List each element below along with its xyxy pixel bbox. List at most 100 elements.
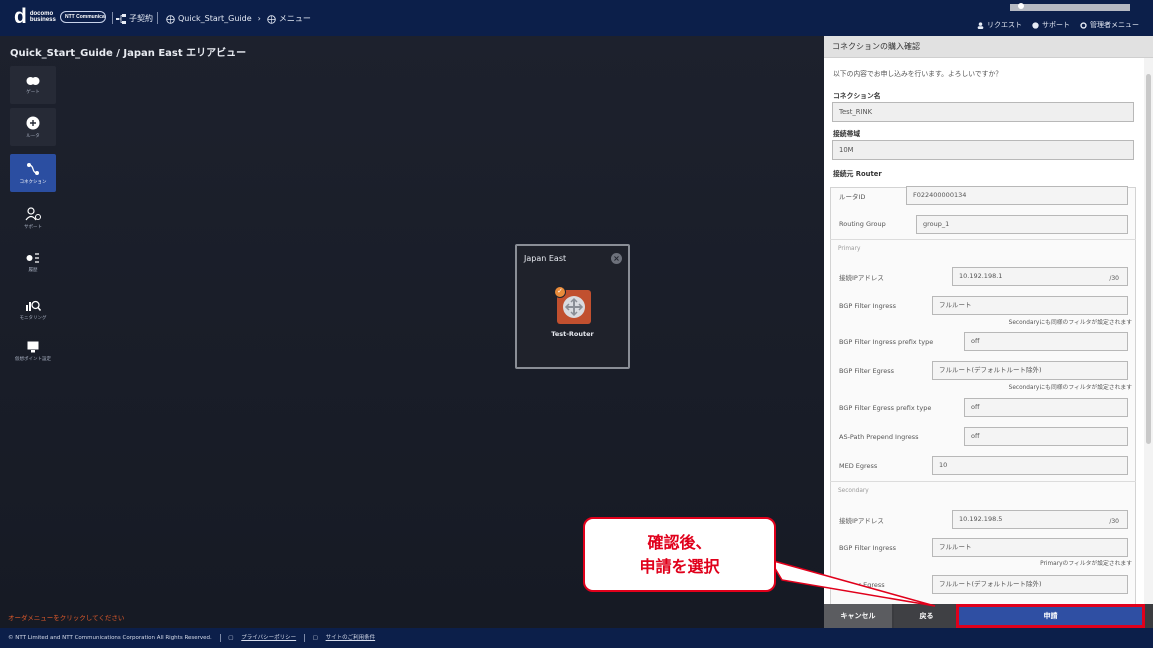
primary-ip-mask: /30 bbox=[1109, 275, 1119, 282]
area-name: Japan East bbox=[524, 254, 567, 263]
globe-icon bbox=[166, 14, 175, 24]
primary-egress-prefix-field: off bbox=[964, 398, 1128, 417]
primary-section-label: Primary bbox=[838, 246, 861, 252]
secondary-ingress-note: Primaryのフィルタが設定されます bbox=[1040, 561, 1132, 567]
sidebar-item-label: コネクション bbox=[19, 179, 47, 185]
gear-icon bbox=[1080, 21, 1087, 29]
routing-group-field: group_1 bbox=[916, 215, 1128, 234]
help-icon bbox=[1032, 21, 1039, 29]
breadcrumb: Quick_Start_Guide › メニュー bbox=[166, 12, 311, 26]
logo-d-mark: d bbox=[14, 5, 27, 28]
footer-divider bbox=[303, 633, 305, 642]
connection-name-field: Test_RINK bbox=[832, 102, 1134, 122]
back-button[interactable]: 戻る bbox=[894, 604, 959, 628]
sidebar-item-support[interactable]: サポート bbox=[10, 199, 56, 237]
callout-bubble: 確認後、 申請を選択 bbox=[583, 517, 776, 592]
screen: d docomo business NTT Communications 子契約… bbox=[0, 0, 1153, 648]
admin-menu-link[interactable]: 管理者メニュー bbox=[1080, 20, 1139, 30]
primary-ip-label: 接続IPアドレス bbox=[839, 274, 884, 282]
sidebar-item-monitoring[interactable]: モニタリング bbox=[10, 290, 56, 328]
router-id-field: F022400000134 bbox=[906, 186, 1128, 205]
secondary-egress-field: フルルート(デフォルトルート除外) bbox=[932, 575, 1128, 594]
sidebar-item-router[interactable]: ルータ bbox=[10, 108, 56, 146]
secondary-egress-label: P Filter Egress bbox=[839, 581, 885, 589]
divider bbox=[830, 481, 1136, 482]
person-icon bbox=[977, 21, 984, 29]
document-icon: ▢ bbox=[312, 635, 318, 641]
primary-egress-prefix-label: BGP Filter Egress prefix type bbox=[839, 404, 932, 412]
check-icon: ✓ bbox=[554, 286, 566, 298]
breadcrumb-chevron-icon: › bbox=[257, 14, 261, 23]
logo-line1: docomo bbox=[29, 10, 54, 17]
secondary-ip-field: 10.192.198.5 /30 bbox=[952, 510, 1128, 529]
sidebar-item-label: ルータ bbox=[26, 133, 40, 139]
sidebar-item-label: 仮想ポイント設定 bbox=[15, 356, 51, 362]
connection-icon bbox=[27, 162, 39, 175]
ntt-logo: NTT Communications bbox=[60, 11, 106, 23]
contract-link[interactable]: 子契約 bbox=[116, 12, 153, 26]
privacy-policy-link[interactable]: プライバシーポリシー bbox=[241, 635, 296, 641]
monitoring-icon bbox=[26, 300, 41, 311]
request-link[interactable]: リクエスト bbox=[977, 20, 1022, 30]
user-name-bar[interactable] bbox=[1010, 4, 1130, 11]
panel-title: コネクションの購入確認 bbox=[824, 36, 1153, 58]
sidebar-item-label: モニタリング bbox=[19, 315, 47, 321]
secondary-ingress-label: BGP Filter Ingress bbox=[839, 544, 896, 552]
divider bbox=[830, 239, 1136, 240]
primary-ingress-label: BGP Filter Ingress bbox=[839, 302, 896, 310]
panel-scrollbar-thumb[interactable] bbox=[1146, 74, 1151, 444]
sidebar-item-label: 履歴 bbox=[28, 267, 38, 273]
confirm-message: 以下の内容でお申し込みを行います。よろしいですか？ bbox=[833, 70, 1003, 78]
docomo-business-logo[interactable]: d docomo business bbox=[14, 5, 56, 28]
primary-egress-note: Secondaryにも同様のフィルタが設定されます bbox=[1008, 385, 1132, 391]
callout-line2: 申請を選択 bbox=[639, 557, 720, 576]
sidebar-item-history[interactable]: 履歴 bbox=[10, 243, 56, 281]
support-label: サポート bbox=[1042, 21, 1070, 29]
router-id-label: ルータID bbox=[839, 193, 866, 201]
primary-ingress-note: Secondaryにも同様のフィルタが設定されます bbox=[1008, 320, 1132, 326]
sidebar-item-gate[interactable]: ゲート bbox=[10, 66, 56, 104]
primary-ingress-field: フルルート bbox=[932, 296, 1128, 315]
secondary-section-label: Secondary bbox=[838, 488, 869, 494]
sidebar-item-connection[interactable]: コネクション bbox=[10, 154, 56, 192]
router-name: Test-Router bbox=[551, 330, 594, 338]
callout-text: 確認後、 申請を選択 bbox=[585, 531, 774, 579]
secondary-ingress-field: フルルート bbox=[932, 538, 1128, 557]
med-egress-field: 10 bbox=[932, 456, 1128, 475]
connection-name-label: コネクション名 bbox=[833, 92, 881, 100]
terms-of-use-link[interactable]: サイトのご利用条件 bbox=[326, 635, 376, 641]
hierarchy-icon bbox=[116, 14, 126, 24]
sidebar-item-label: ゲート bbox=[26, 89, 40, 95]
cancel-button[interactable]: キャンセル bbox=[824, 604, 892, 628]
bandwidth-field: 10M bbox=[832, 140, 1134, 160]
breadcrumb-current[interactable]: Quick_Start_Guide bbox=[178, 12, 252, 26]
request-label: リクエスト bbox=[987, 21, 1022, 29]
virtual-point-icon bbox=[27, 341, 39, 352]
area-card-japan-east[interactable]: Japan East × ✓ Test-Router bbox=[515, 244, 630, 369]
logo-line2: business bbox=[29, 17, 56, 23]
contract-label: 子契約 bbox=[129, 14, 153, 23]
sidebar-item-virtual-point[interactable]: 仮想ポイント設定 bbox=[10, 332, 56, 370]
close-icon[interactable]: × bbox=[611, 253, 622, 264]
med-egress-label: MED Egress bbox=[839, 462, 878, 470]
breadcrumb-menu[interactable]: メニュー bbox=[279, 12, 311, 26]
logo-words: docomo business bbox=[30, 11, 56, 24]
panel-body[interactable]: 以下の内容でお申し込みを行います。よろしいですか？ コネクション名 Test_R… bbox=[824, 58, 1144, 604]
secondary-ip-value: 10.192.198.5 bbox=[959, 515, 1003, 523]
apply-button[interactable]: 申請 bbox=[956, 604, 1145, 628]
secondary-ip-mask: /30 bbox=[1109, 518, 1119, 525]
top-header: d docomo business NTT Communications 子契約… bbox=[0, 0, 1153, 36]
footer: © NTT Limited and NTT Communications Cor… bbox=[0, 628, 1153, 648]
footer-divider bbox=[219, 633, 221, 642]
support-link[interactable]: サポート bbox=[1032, 20, 1070, 30]
document-icon: ▢ bbox=[228, 635, 234, 641]
primary-egress-label: BGP Filter Egress bbox=[839, 367, 895, 375]
primary-ip-value: 10.192.198.1 bbox=[959, 272, 1003, 280]
user-icon bbox=[1018, 3, 1024, 9]
primary-ip-field: 10.192.198.1 /30 bbox=[952, 267, 1128, 286]
admin-menu-label: 管理者メニュー bbox=[1090, 21, 1139, 29]
bandwidth-label: 接続帯域 bbox=[833, 130, 861, 138]
menu-globe-icon bbox=[267, 14, 276, 24]
header-right-nav: リクエスト サポート 管理者メニュー bbox=[977, 20, 1139, 30]
gate-icon bbox=[26, 76, 40, 85]
